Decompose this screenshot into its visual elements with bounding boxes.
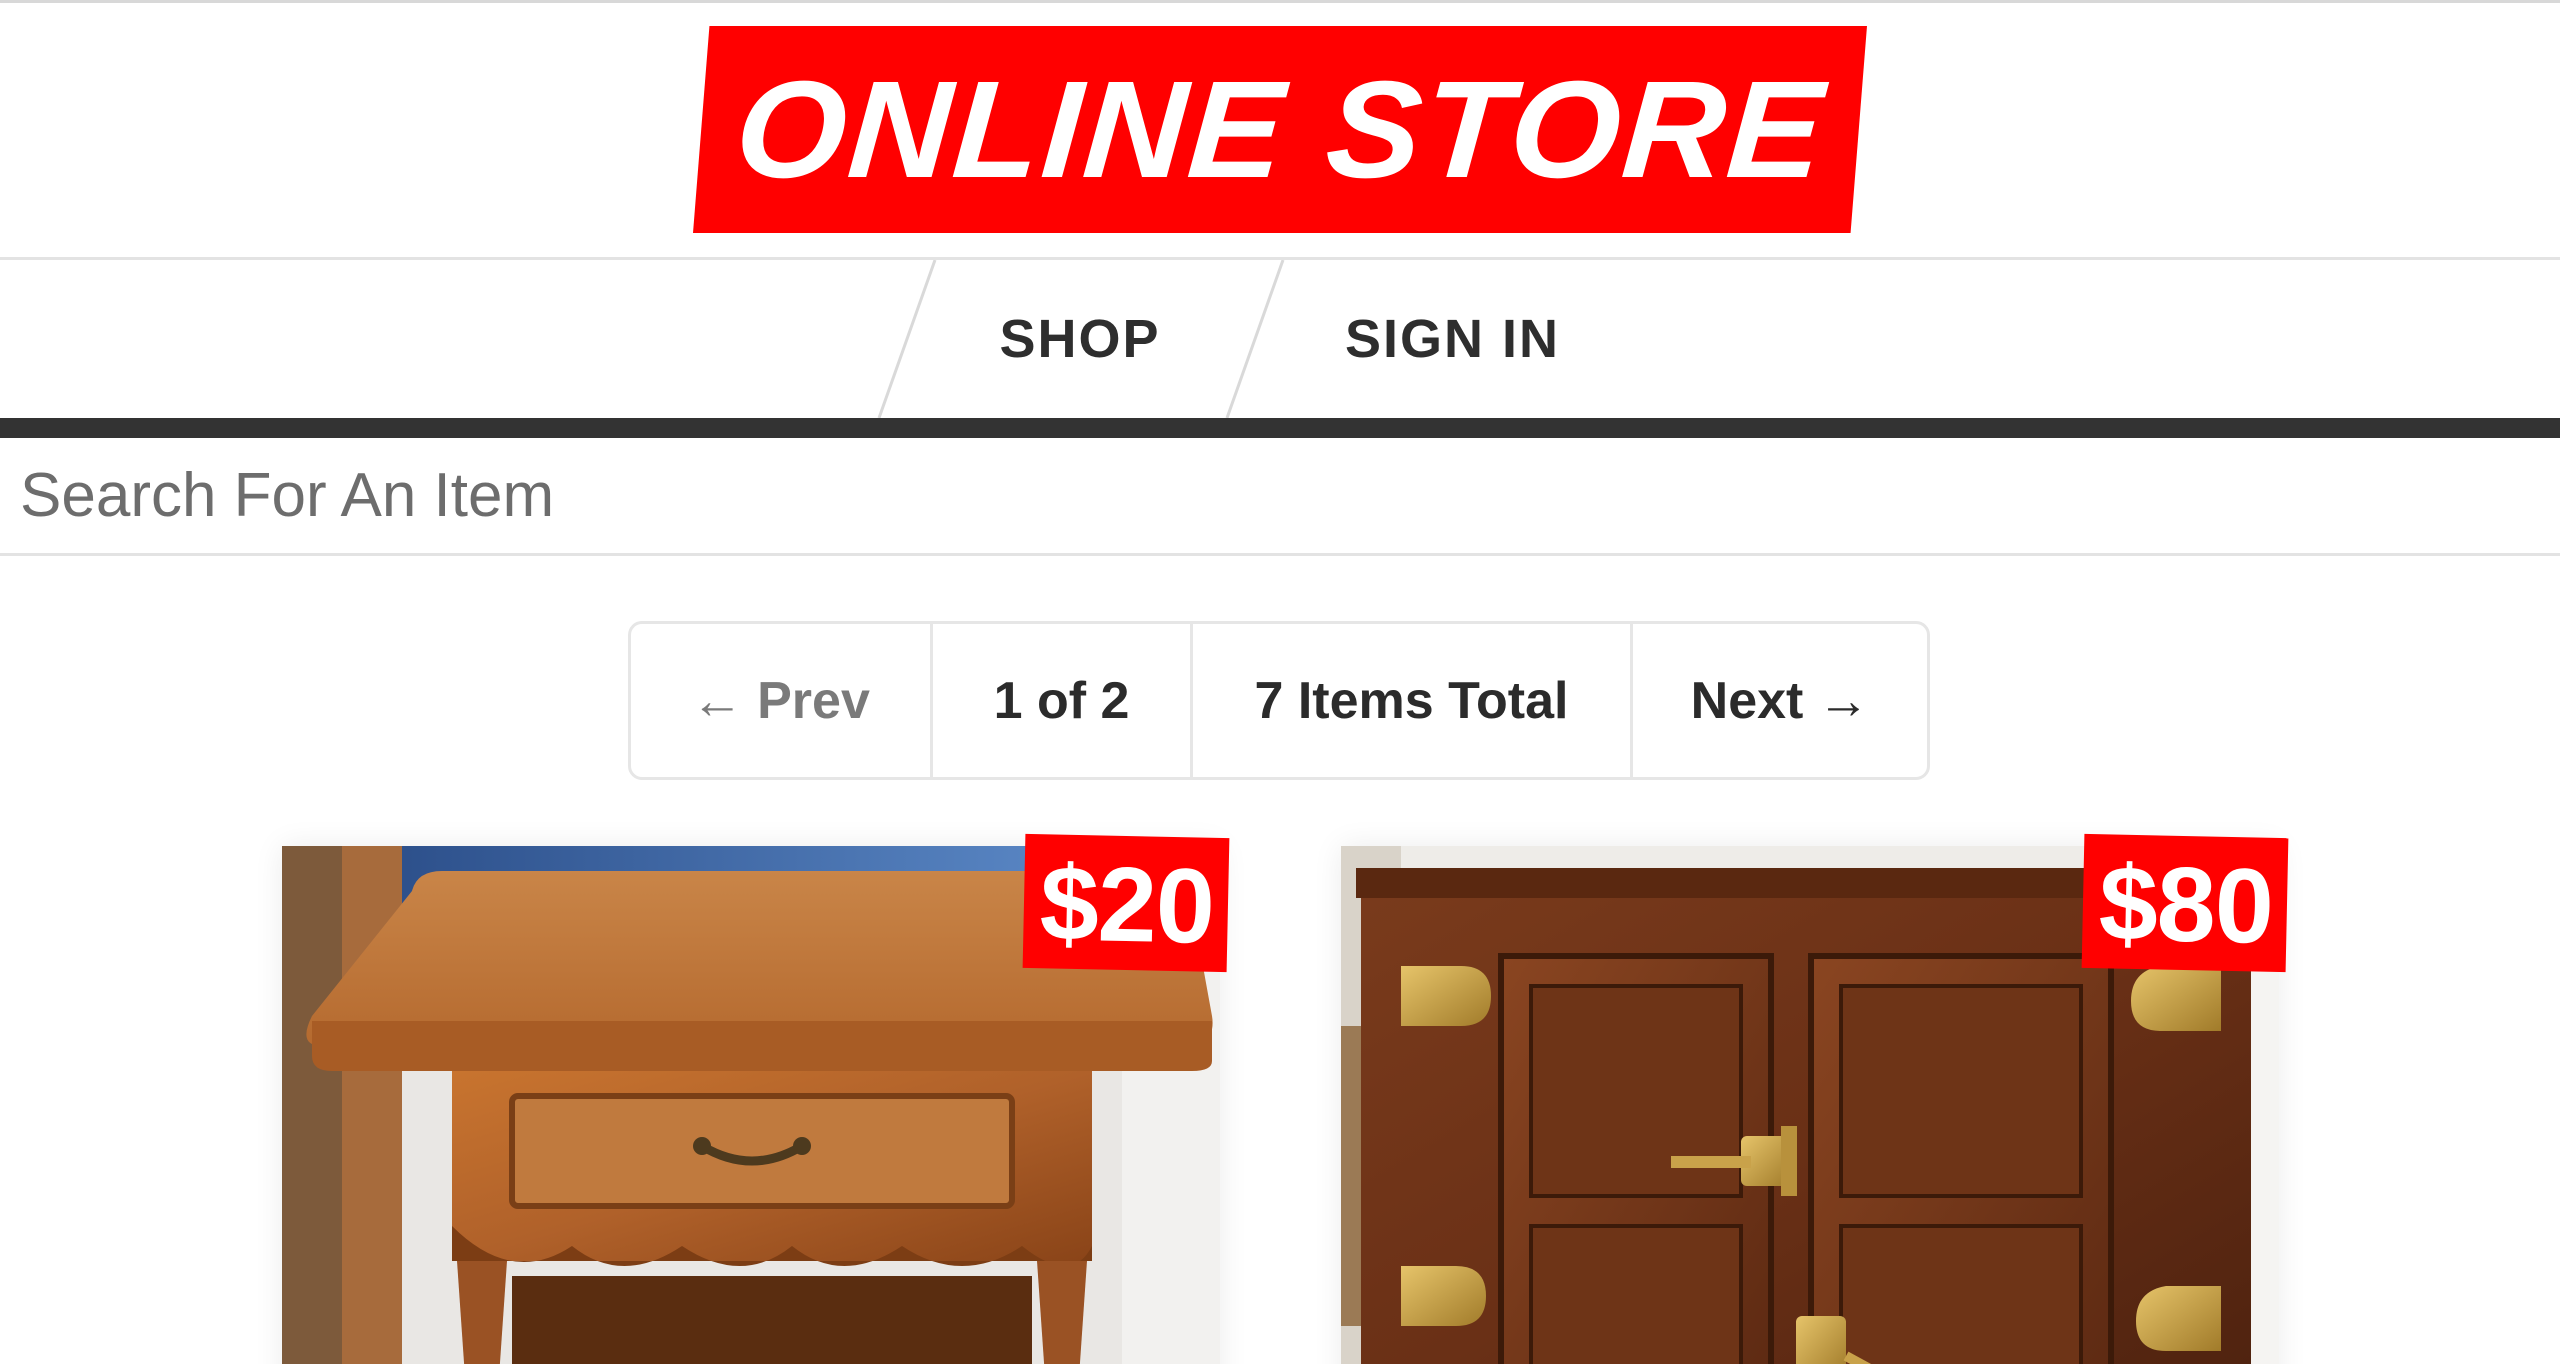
search-input[interactable] bbox=[0, 438, 2560, 553]
nav-shop-label: SHOP bbox=[999, 309, 1161, 369]
search-bar bbox=[0, 438, 2560, 556]
prev-label: Prev bbox=[757, 671, 870, 730]
product-price-tag: $80 bbox=[2081, 833, 2289, 973]
store-logo[interactable]: ONLINE STORE bbox=[693, 26, 1867, 233]
pagination: ← Prev 1 of 2 7 Items Total Next → bbox=[628, 621, 1930, 780]
arrow-right-icon: → bbox=[1817, 671, 1870, 730]
nav-sign-in-link[interactable]: SIGN IN bbox=[1300, 260, 1605, 418]
items-total: 7 Items Total bbox=[1193, 624, 1633, 777]
product-price-tag: $20 bbox=[1022, 833, 1230, 973]
prev-page-button[interactable]: ← Prev bbox=[631, 624, 933, 777]
main-nav: SHOP SIGN IN bbox=[0, 260, 2560, 418]
nav-dividers bbox=[877, 260, 1285, 418]
items-total-text: 7 Items Total bbox=[1254, 671, 1569, 730]
nav-underline-bar bbox=[0, 418, 2560, 438]
nav-divider bbox=[1225, 260, 1285, 418]
product-card[interactable]: $20 bbox=[282, 833, 1230, 1364]
arrow-left-icon: ← bbox=[691, 671, 744, 730]
next-page-button[interactable]: Next → bbox=[1633, 624, 1927, 777]
page-indicator-text: 1 of 2 bbox=[993, 671, 1130, 730]
top-rule bbox=[0, 0, 2560, 3]
page: ONLINE STORE SHOP SIGN IN ← Prev 1 of 2 … bbox=[0, 0, 2560, 1364]
page-indicator: 1 of 2 bbox=[933, 624, 1193, 777]
nav-shop-link[interactable]: SHOP bbox=[960, 260, 1200, 418]
nav-divider bbox=[877, 260, 937, 418]
logo-text: ONLINE STORE bbox=[730, 52, 1830, 207]
next-label: Next bbox=[1690, 671, 1804, 730]
nav-sign-in-label: SIGN IN bbox=[1344, 309, 1561, 369]
product-card[interactable]: $80 bbox=[1341, 833, 2289, 1364]
